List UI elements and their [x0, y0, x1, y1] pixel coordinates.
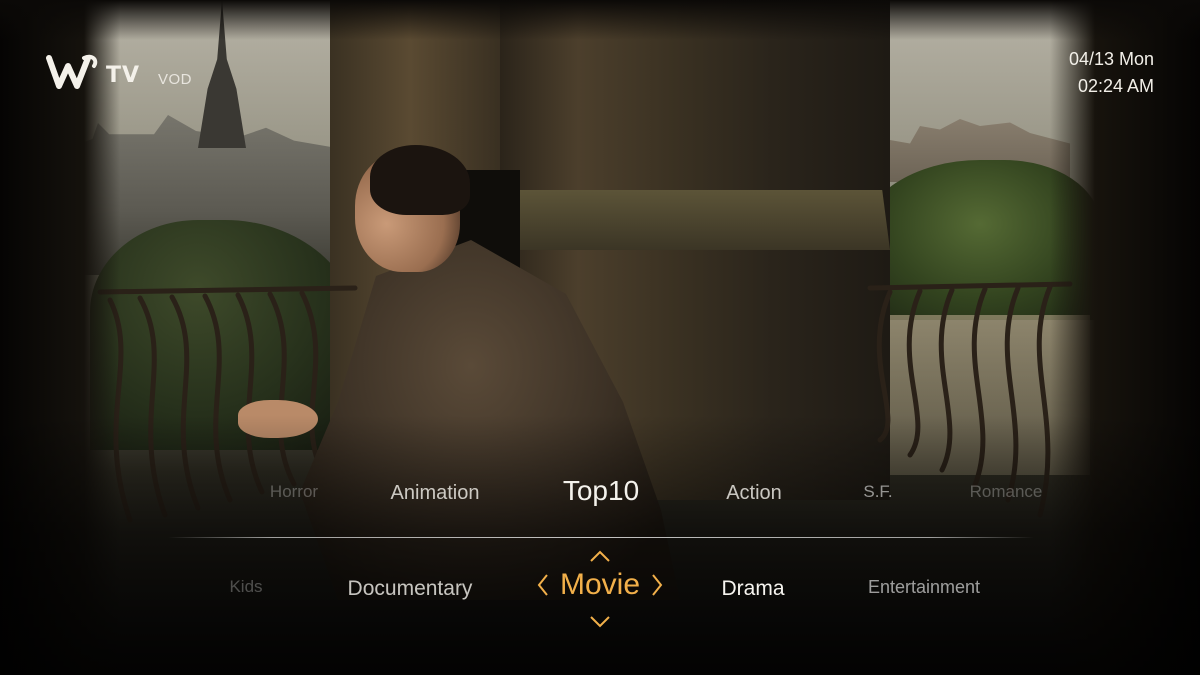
chevron-left-icon[interactable]	[536, 572, 550, 598]
category-documentary[interactable]: Documentary	[348, 577, 473, 601]
clock: 04/13 Mon 02:24 AM	[1069, 46, 1154, 100]
category-movie[interactable]: Movie	[560, 568, 640, 602]
subcategory-animation[interactable]: Animation	[391, 482, 480, 505]
chevron-right-icon[interactable]	[650, 572, 664, 598]
menu-divider	[168, 537, 1034, 538]
category-selected[interactable]: Movie	[536, 568, 664, 602]
category-drama[interactable]: Drama	[721, 577, 784, 601]
clock-time: 02:24 AM	[1077, 76, 1154, 96]
subcategory-sf[interactable]: S.F.	[863, 482, 892, 502]
clock-date: 04/13 Mon	[1068, 49, 1154, 69]
chevron-down-icon[interactable]	[588, 615, 612, 629]
subcategory-romance[interactable]: Romance	[970, 482, 1043, 502]
category-entertainment[interactable]: Entertainment	[868, 577, 980, 598]
brand-logo: TV	[46, 52, 140, 92]
w-logo-icon	[46, 54, 98, 89]
section-label: VOD	[158, 71, 193, 88]
arch-top	[0, 0, 1200, 40]
subcategory-top10[interactable]: Top10	[563, 475, 639, 507]
logo-text: TV	[106, 62, 141, 88]
bottom-gradient	[0, 415, 1200, 675]
subcategory-row: Horror Animation Top10 Action S.F. Roman…	[0, 470, 1200, 520]
subcategory-horror[interactable]: Horror	[270, 482, 318, 502]
category-kids[interactable]: Kids	[229, 577, 262, 597]
subcategory-action[interactable]: Action	[726, 482, 782, 505]
category-row: Kids Documentary Movie Drama Entertainme…	[0, 560, 1200, 620]
